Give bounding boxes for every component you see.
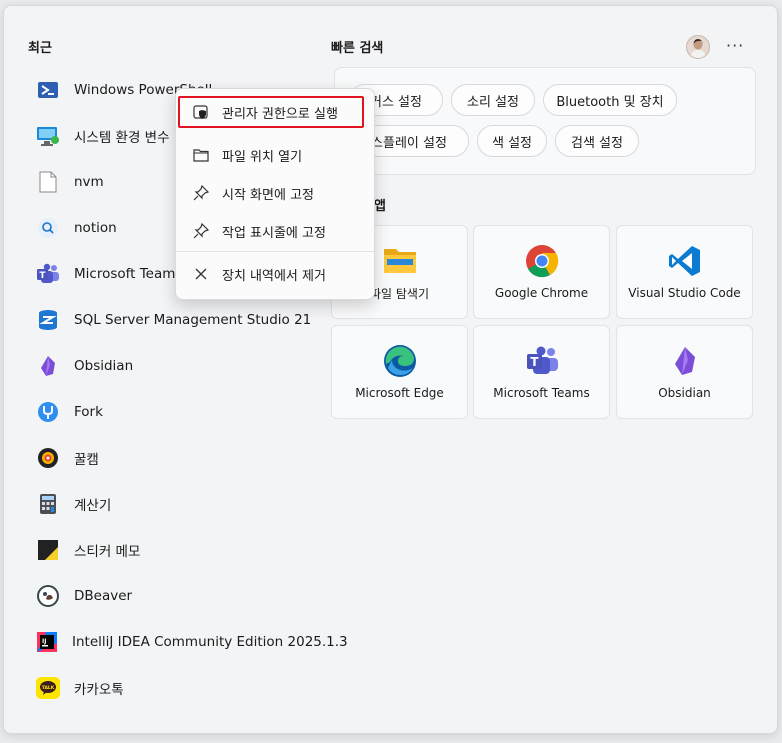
menu-item-label: 장치 내역에서 제거	[222, 268, 326, 284]
menu-item-remove-from-list[interactable]: 장치 내역에서 제거	[182, 257, 368, 291]
menu-item-label: 관리자 권한으로 실행	[222, 106, 338, 122]
app-tile-label: Obsidian	[658, 386, 711, 400]
app-tile-vscode[interactable]: Visual Studio Code	[616, 225, 753, 319]
quick-search-chip[interactable]: Bluetooth 및 장치	[543, 84, 677, 116]
pin-icon	[192, 184, 210, 202]
app-tile-teams[interactable]: T Microsoft Teams	[473, 325, 610, 419]
sticky-notes-icon	[36, 538, 60, 562]
menu-item-label: 파일 위치 열기	[222, 149, 303, 165]
edge-icon	[383, 344, 417, 378]
folder-icon	[192, 146, 210, 164]
recent-item-label: Obsidian	[74, 358, 134, 374]
svg-text:IJ: IJ	[42, 638, 46, 645]
system-env-icon	[36, 124, 60, 148]
ssms-icon	[36, 308, 60, 332]
obsidian-icon	[36, 354, 60, 378]
recent-item-ssms[interactable]: SQL Server Management Studio 21	[26, 300, 326, 340]
quick-search-chip[interactable]: 색 설정	[477, 125, 547, 157]
recent-item-label: DBeaver	[74, 588, 133, 604]
recent-item-label: 계산기	[74, 498, 112, 514]
search-icon	[36, 216, 60, 240]
kakaotalk-icon: TALK	[36, 676, 60, 700]
context-menu: 관리자 권한으로 실행 파일 위치 열기 시작 화면에 고정 작업 표시줄에 고…	[175, 88, 375, 300]
recent-item-label: 꿀캠	[74, 452, 99, 468]
apps-title: 앱	[374, 199, 386, 214]
file-explorer-icon	[383, 243, 417, 277]
quick-search-chip[interactable]: 소리 설정	[451, 84, 535, 116]
quick-search-chip[interactable]: 검색 설정	[555, 125, 639, 157]
svg-text:T: T	[39, 271, 46, 281]
recent-item-intellij[interactable]: IJ IntelliJ IDEA Community Edition 2025.…	[26, 622, 348, 662]
quick-search-title: 빠른 검색	[331, 41, 384, 56]
menu-item-pin-to-start[interactable]: 시작 화면에 고정	[182, 176, 368, 210]
fork-icon	[36, 400, 60, 424]
recent-item-label: nvm	[74, 174, 104, 190]
quick-search-panel: 커스 설정 소리 설정 Bluetooth 및 장치 스플레이 설정 색 설정 …	[334, 67, 756, 175]
app-tile-label: Visual Studio Code	[628, 286, 741, 300]
recent-item-label: IntelliJ IDEA Community Edition 2025.1.3	[72, 634, 348, 650]
svg-text:TALK: TALK	[42, 685, 55, 691]
more-options-button[interactable]: ···	[726, 36, 744, 55]
svg-text:T: T	[530, 355, 539, 369]
menu-item-label: 작업 표시줄에 고정	[222, 225, 326, 241]
recent-item-dbeaver[interactable]: DBeaver	[26, 576, 326, 616]
menu-item-pin-to-taskbar[interactable]: 작업 표시줄에 고정	[182, 214, 368, 248]
recent-item-fork[interactable]: Fork	[26, 392, 326, 432]
recent-item-obsidian[interactable]: Obsidian	[26, 346, 326, 386]
recent-item-label: notion	[74, 220, 117, 236]
app-tile-label: 파일 탐색기	[369, 286, 429, 301]
recent-item-honeycam[interactable]: 꿀캠	[26, 438, 326, 478]
close-icon	[192, 265, 210, 283]
menu-item-run-as-admin[interactable]: 관리자 권한으로 실행	[182, 95, 368, 129]
recent-item-calculator[interactable]: 계산기	[26, 484, 326, 524]
file-icon	[36, 170, 60, 194]
dbeaver-icon	[36, 584, 60, 608]
pin-icon	[192, 222, 210, 240]
vscode-icon	[668, 244, 702, 278]
menu-item-label: 시작 화면에 고정	[222, 187, 314, 203]
recent-item-label: Fork	[74, 404, 103, 420]
recent-item-label: SQL Server Management Studio 21	[74, 312, 312, 328]
teams-icon: T	[525, 344, 559, 378]
app-tile-label: Google Chrome	[494, 286, 589, 300]
shield-icon	[192, 103, 210, 121]
intellij-icon: IJ	[36, 630, 58, 654]
powershell-icon	[36, 78, 60, 102]
app-tile-edge[interactable]: Microsoft Edge	[331, 325, 468, 419]
honeycam-icon	[36, 446, 60, 470]
menu-divider	[176, 251, 374, 252]
app-tile-chrome[interactable]: Google Chrome	[473, 225, 610, 319]
recent-item-label: Microsoft Teams	[74, 266, 183, 282]
teams-icon: T	[36, 262, 60, 286]
recent-title: 최근	[28, 41, 52, 56]
menu-item-open-file-location[interactable]: 파일 위치 열기	[182, 138, 368, 172]
recent-item-label: 시스템 환경 변수	[74, 130, 170, 146]
app-tile-label: Microsoft Teams	[493, 386, 590, 400]
avatar[interactable]	[686, 35, 710, 59]
recent-item-label: 스티커 메모	[74, 544, 141, 560]
recent-item-sticky-notes[interactable]: 스티커 메모	[26, 530, 326, 570]
start-menu-panel: 최근 Windows PowerShell 시스템 환경 변수 nvm noti…	[3, 5, 778, 734]
chrome-icon	[525, 244, 559, 278]
recent-item-label: 카카오톡	[74, 682, 124, 698]
obsidian-icon	[668, 344, 702, 378]
calculator-icon	[36, 492, 60, 516]
app-tile-obsidian[interactable]: Obsidian	[616, 325, 753, 419]
app-tile-label: Microsoft Edge	[355, 386, 444, 400]
recent-item-kakaotalk[interactable]: TALK 카카오톡	[26, 668, 326, 708]
